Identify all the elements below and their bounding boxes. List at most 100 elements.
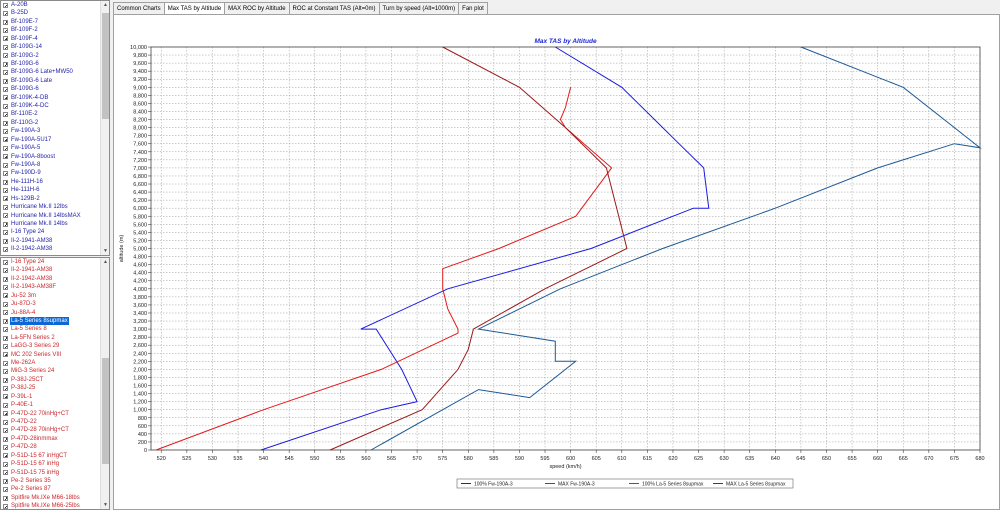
plus-box-icon[interactable] — [3, 154, 8, 160]
plus-box-icon[interactable] — [3, 453, 8, 459]
tree-item-p-47d-28inmmax[interactable]: P-47D-28inmmax — [1, 435, 101, 443]
tree-item-p-38j-25[interactable]: P-38J-25 — [1, 384, 101, 392]
plus-box-icon[interactable] — [3, 120, 8, 126]
tree-item-il-2-1943-am38f[interactable]: Il-2-1943-AM38F — [1, 283, 101, 291]
tree-item-p-51d-15-67-inhgct[interactable]: P-51D-15 67 inHgCT — [1, 452, 101, 460]
scroll-thumb[interactable] — [102, 358, 109, 464]
plus-box-icon[interactable] — [3, 230, 8, 236]
plus-box-icon[interactable] — [3, 44, 8, 50]
tree-item-bf-109k-4-dc[interactable]: Bf-109K-4-DC — [1, 102, 101, 110]
tree-item-il-2-1942-am38[interactable]: Il-2-1942-AM38 — [1, 275, 101, 283]
plus-box-icon[interactable] — [3, 36, 8, 42]
plus-box-icon[interactable] — [3, 352, 8, 358]
plus-box-icon[interactable] — [3, 221, 8, 227]
tree-item-bf-109g-6[interactable]: Bf-109G-6 — [1, 85, 101, 93]
triangle-down-icon[interactable]: ▼ — [101, 501, 109, 509]
tree-item-p-47d-28-70inhg-ct[interactable]: P-47D-28 70inHg+CT — [1, 426, 101, 434]
plus-box-icon[interactable] — [3, 343, 8, 349]
tab-roc-constant-tas[interactable]: ROC at Constant TAS (Alt=0m) — [288, 2, 380, 14]
scrollbar-top[interactable]: ▲ ▼ — [100, 1, 109, 255]
tree-item-hurricane-mk-ii-14lbsmax[interactable]: Hurricane Mk.II 14lbsMAX — [1, 212, 101, 220]
tree-item-b-25d[interactable]: B-25D — [1, 9, 101, 17]
plus-box-icon[interactable] — [3, 145, 8, 151]
plus-box-icon[interactable] — [3, 187, 8, 193]
tree-item-bf-109e-7[interactable]: Bf-109E-7 — [1, 18, 101, 26]
tree-item-spitfire-mk-ixe-m66-25lbs[interactable]: Spitfire Mk.IXe M66-25lbs — [1, 502, 101, 509]
tree-item-bf-109g-2[interactable]: Bf-109G-2 — [1, 52, 101, 60]
tree-item-p-40e-1[interactable]: P-40E-1 — [1, 401, 101, 409]
tree-item-he-111h-6[interactable]: He-111H-6 — [1, 186, 101, 194]
plus-box-icon[interactable] — [3, 213, 8, 219]
tree-item-la-5-series-8[interactable]: La-5 Series 8 — [1, 325, 101, 333]
tree-item-bf-109k-4-db[interactable]: Bf-109K-4-DB — [1, 94, 101, 102]
aircraft-tree-bottom[interactable]: I-16 Type 24 Il-2-1941-AM38 Il-2-1942-AM38… — [0, 257, 110, 510]
tree-item-i-16-type-24[interactable]: I-16 Type 24 — [1, 228, 101, 236]
tree-item-ju-87d-3[interactable]: Ju-87D-3 — [1, 300, 101, 308]
plus-box-icon[interactable] — [3, 318, 8, 324]
plus-box-icon[interactable] — [3, 246, 8, 252]
tree-item-bf-109g-6-late-mw50[interactable]: Bf-109G-6 Late+MW50 — [1, 68, 101, 76]
tree-item-bf-109g-6[interactable]: Bf-109G-6 — [1, 60, 101, 68]
plus-box-icon[interactable] — [3, 27, 8, 33]
triangle-up-icon[interactable]: ▲ — [101, 258, 109, 266]
tree-item-hurricane-mk-ii-14lbs[interactable]: Hurricane Mk.II 14lbs — [1, 220, 101, 228]
plus-box-icon[interactable] — [3, 2, 8, 8]
triangle-up-icon[interactable]: ▲ — [101, 1, 109, 9]
plus-box-icon[interactable] — [3, 386, 8, 392]
tree-item-il-2-1941-am38[interactable]: Il-2-1941-AM38 — [1, 237, 101, 245]
tree-item-he-111h-16[interactable]: He-111H-16 — [1, 178, 101, 186]
plus-box-icon[interactable] — [3, 377, 8, 383]
plus-box-icon[interactable] — [3, 478, 8, 484]
plus-box-icon[interactable] — [3, 268, 8, 274]
tab-turn-by-speed[interactable]: Turn by speed (Alt=1000m) — [378, 2, 460, 14]
plus-box-icon[interactable] — [3, 276, 8, 282]
plus-box-icon[interactable] — [3, 360, 8, 366]
plus-box-icon[interactable] — [3, 259, 8, 265]
plus-box-icon[interactable] — [3, 137, 8, 143]
tree-item-bf-109g-6-late[interactable]: Bf-109G-6 Late — [1, 77, 101, 85]
tree-item-fw-190a-8boost[interactable]: Fw-190A-8boost — [1, 153, 101, 161]
tree-item-p-47d-22[interactable]: P-47D-22 — [1, 418, 101, 426]
tree-item-bf-109f-2[interactable]: Bf-109F-2 — [1, 26, 101, 34]
tree-item-bf-110e-2[interactable]: Bf-110E-2 — [1, 110, 101, 118]
plus-box-icon[interactable] — [3, 327, 8, 333]
plus-box-icon[interactable] — [3, 444, 8, 450]
plus-box-icon[interactable] — [3, 61, 8, 67]
plus-box-icon[interactable] — [3, 129, 8, 135]
plus-box-icon[interactable] — [3, 196, 8, 202]
tree-item-spitfire-mk-ixe-m66-18lbs[interactable]: Spitfire Mk.IXe M66-18lbs — [1, 494, 101, 502]
tree-item-p-51d-15-75-inhg[interactable]: P-51D-15 75 inHg — [1, 469, 101, 477]
plus-box-icon[interactable] — [3, 293, 8, 299]
plus-box-icon[interactable] — [3, 394, 8, 400]
tree-item-p-51d-15-67-inhg[interactable]: P-51D-15 67 inHg — [1, 460, 101, 468]
plus-box-icon[interactable] — [3, 487, 8, 493]
plus-box-icon[interactable] — [3, 103, 8, 109]
plus-box-icon[interactable] — [3, 428, 8, 434]
plus-box-icon[interactable] — [3, 436, 8, 442]
tree-item-p-47d-28[interactable]: P-47D-28 — [1, 443, 101, 451]
tree-item-pe-2-series-87[interactable]: Pe-2 Series 87 — [1, 485, 101, 493]
plus-box-icon[interactable] — [3, 86, 8, 92]
plus-box-icon[interactable] — [3, 95, 8, 101]
tree-item-bf-110g-2[interactable]: Bf-110G-2 — [1, 119, 101, 127]
tree-item-la-5-series-8supmax[interactable]: La-5 Series 8supmax — [1, 316, 101, 326]
tab-max-roc-by-altitude[interactable]: MAX ROC by Altitude — [224, 2, 290, 14]
tree-item-ju-52-3m[interactable]: Ju-52 3m — [1, 292, 101, 300]
plus-box-icon[interactable] — [3, 419, 8, 425]
tree-item-fw-190d-9[interactable]: Fw-190D-9 — [1, 169, 101, 177]
plus-box-icon[interactable] — [3, 503, 8, 509]
tree-item-pe-2-series-35[interactable]: Pe-2 Series 35 — [1, 477, 101, 485]
plus-box-icon[interactable] — [3, 19, 8, 25]
tree-item-p-47d-22-70inhg-ct[interactable]: P-47D-22 70inHg+CT — [1, 410, 101, 418]
plus-box-icon[interactable] — [3, 284, 8, 290]
plus-box-icon[interactable] — [3, 369, 8, 375]
plus-box-icon[interactable] — [3, 335, 8, 341]
plus-box-icon[interactable] — [3, 179, 8, 185]
plus-box-icon[interactable] — [3, 310, 8, 316]
tree-item-mc-202-series-viii[interactable]: MC 202 Series VIII — [1, 351, 101, 359]
tree-item-hs-129b-2[interactable]: Hs-129B-2 — [1, 195, 101, 203]
plus-box-icon[interactable] — [3, 461, 8, 467]
triangle-down-icon[interactable]: ▼ — [101, 247, 109, 255]
plus-box-icon[interactable] — [3, 78, 8, 84]
scroll-thumb[interactable] — [102, 13, 109, 119]
